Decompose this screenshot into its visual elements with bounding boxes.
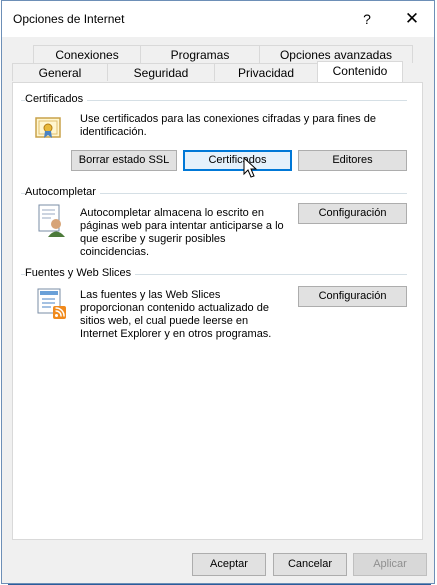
- certificados-label: Certificados: [25, 93, 88, 105]
- autocompletar-configuracion-button[interactable]: Configuración: [298, 203, 407, 224]
- title-bar[interactable]: Opciones de Internet ? ✕: [2, 1, 434, 37]
- fuentes-configuracion-button[interactable]: Configuración: [298, 286, 407, 307]
- aceptar-button[interactable]: Aceptar: [192, 553, 266, 576]
- tab-general[interactable]: General: [12, 63, 108, 81]
- aplicar-button[interactable]: Aplicar: [353, 553, 427, 576]
- autocompletar-label: Autocompletar: [25, 186, 100, 198]
- tab-contenido[interactable]: Contenido: [317, 61, 403, 82]
- tab-panel-contenido: Certificados Use certificados para las c…: [12, 82, 423, 540]
- tab-programas[interactable]: Programas: [140, 45, 260, 63]
- tab-conexiones[interactable]: Conexiones: [33, 45, 141, 63]
- certificate-icon: [35, 117, 61, 138]
- certificados-description: Use certificados para las conexiones cif…: [80, 113, 376, 138]
- help-button[interactable]: ?: [352, 7, 382, 31]
- mouse-cursor-icon: [243, 157, 258, 178]
- feeds-icon: [37, 288, 66, 319]
- autocompletar-description: Autocompletar almacena lo escrito en pág…: [80, 207, 284, 258]
- internet-options-dialog: Opciones de Internet ? ✕ Conexiones Prog…: [1, 0, 435, 584]
- cancelar-button[interactable]: Cancelar: [273, 553, 347, 576]
- fuentes-description: Las fuentes y las Web Slices proporciona…: [80, 289, 272, 340]
- tab-seguridad[interactable]: Seguridad: [107, 63, 215, 81]
- window-title: Opciones de Internet: [13, 12, 125, 26]
- borrar-estado-ssl-button[interactable]: Borrar estado SSL: [71, 150, 177, 171]
- certificados-button[interactable]: Certificados: [183, 150, 292, 171]
- autocomplete-icon: [38, 204, 65, 237]
- close-button[interactable]: ✕: [397, 7, 427, 31]
- fuentes-label: Fuentes y Web Slices: [25, 267, 136, 279]
- editores-button[interactable]: Editores: [298, 150, 407, 171]
- tab-privacidad[interactable]: Privacidad: [214, 63, 318, 81]
